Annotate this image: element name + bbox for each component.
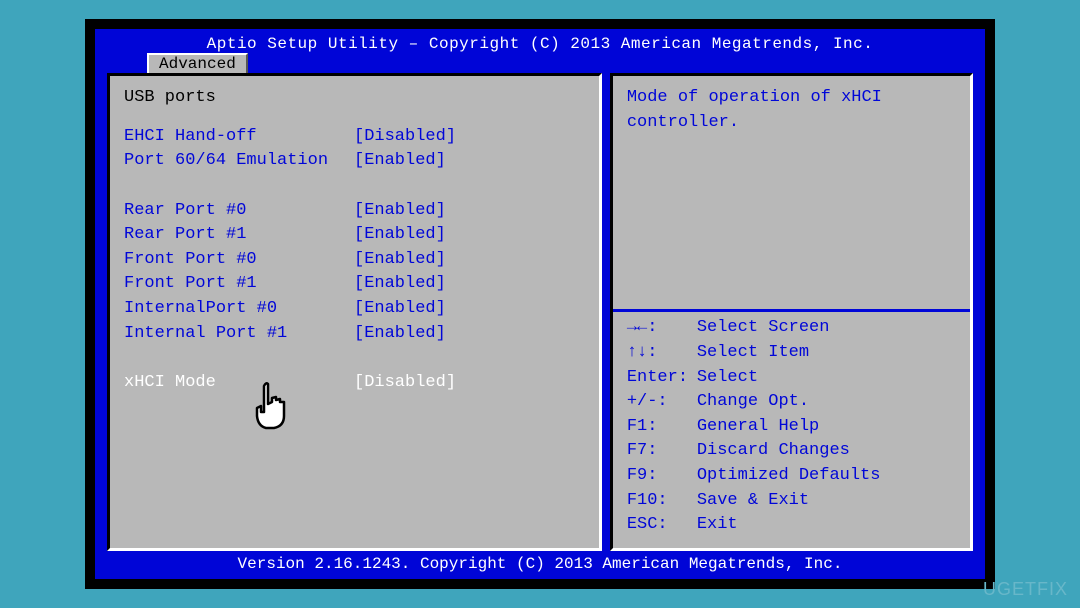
key-symbol: Enter: <box>627 366 697 391</box>
key-legend: →←:Select Screen↑↓:Select ItemEnter:Sele… <box>627 316 956 538</box>
key-desc: Save & Exit <box>697 489 809 514</box>
option-row[interactable]: Rear Port #1[Enabled] <box>124 223 585 248</box>
option-row[interactable]: Front Port #1[Enabled] <box>124 272 585 297</box>
key-row: F1:General Help <box>627 415 956 440</box>
blank-row <box>124 174 585 199</box>
key-desc: Select <box>697 366 758 391</box>
option-row[interactable]: xHCI Mode[Disabled] <box>124 371 585 396</box>
option-label: Front Port #1 <box>124 272 354 297</box>
blank-row <box>124 346 585 371</box>
key-symbol: ESC: <box>627 513 697 538</box>
bios-screen: Aptio Setup Utility – Copyright (C) 2013… <box>95 29 985 579</box>
help-panel: Mode of operation of xHCI controller. →←… <box>610 73 973 551</box>
options-panel: USB ports EHCI Hand-off[Disabled]Port 60… <box>107 73 602 551</box>
option-value: [Enabled] <box>354 272 585 297</box>
key-symbol: →←: <box>627 316 697 341</box>
key-desc: Discard Changes <box>697 439 850 464</box>
watermark: UGETFIX <box>983 579 1068 600</box>
key-row: ↑↓:Select Item <box>627 341 956 366</box>
screenshot-frame: Aptio Setup Utility – Copyright (C) 2013… <box>85 19 995 589</box>
option-value: [Disabled] <box>354 125 585 150</box>
key-desc: Select Screen <box>697 316 830 341</box>
option-label: Rear Port #1 <box>124 223 354 248</box>
option-value: [Enabled] <box>354 297 585 322</box>
key-row: F7:Discard Changes <box>627 439 956 464</box>
key-desc: Exit <box>697 513 738 538</box>
option-label: InternalPort #0 <box>124 297 354 322</box>
key-row: F10:Save & Exit <box>627 489 956 514</box>
option-label: Port 60/64 Emulation <box>124 149 354 174</box>
bios-header: Aptio Setup Utility – Copyright (C) 2013… <box>95 29 985 53</box>
option-value: [Enabled] <box>354 322 585 347</box>
main-area: USB ports EHCI Hand-off[Disabled]Port 60… <box>107 73 973 551</box>
panel-divider <box>613 309 970 312</box>
option-label: EHCI Hand-off <box>124 125 354 150</box>
option-value: [Disabled] <box>354 371 585 396</box>
tab-advanced[interactable]: Advanced <box>147 53 248 73</box>
section-title: USB ports <box>124 86 585 111</box>
option-row[interactable]: EHCI Hand-off[Disabled] <box>124 125 585 150</box>
key-symbol: +/-: <box>627 390 697 415</box>
option-label: Front Port #0 <box>124 248 354 273</box>
key-desc: Select Item <box>697 341 809 366</box>
option-value: [Enabled] <box>354 223 585 248</box>
key-row: +/-:Change Opt. <box>627 390 956 415</box>
option-value: [Enabled] <box>354 248 585 273</box>
option-row[interactable]: Internal Port #1[Enabled] <box>124 322 585 347</box>
bios-footer: Version 2.16.1243. Copyright (C) 2013 Am… <box>95 551 985 579</box>
option-label: xHCI Mode <box>124 371 354 396</box>
option-value: [Enabled] <box>354 149 585 174</box>
option-label: Rear Port #0 <box>124 199 354 224</box>
key-row: F9:Optimized Defaults <box>627 464 956 489</box>
key-row: Enter:Select <box>627 366 956 391</box>
key-row: ESC:Exit <box>627 513 956 538</box>
option-label: Internal Port #1 <box>124 322 354 347</box>
key-symbol: F9: <box>627 464 697 489</box>
option-row[interactable]: Port 60/64 Emulation[Enabled] <box>124 149 585 174</box>
tab-bar: Advanced <box>95 53 985 73</box>
key-row: →←:Select Screen <box>627 316 956 341</box>
option-value: [Enabled] <box>354 199 585 224</box>
key-symbol: F10: <box>627 489 697 514</box>
key-desc: Optimized Defaults <box>697 464 881 489</box>
option-row[interactable]: InternalPort #0[Enabled] <box>124 297 585 322</box>
options-list: EHCI Hand-off[Disabled]Port 60/64 Emulat… <box>124 125 585 396</box>
help-text: Mode of operation of xHCI controller. <box>627 86 956 305</box>
key-symbol: F7: <box>627 439 697 464</box>
key-symbol: ↑↓: <box>627 341 697 366</box>
option-row[interactable]: Rear Port #0[Enabled] <box>124 199 585 224</box>
key-desc: Change Opt. <box>697 390 809 415</box>
key-symbol: F1: <box>627 415 697 440</box>
key-desc: General Help <box>697 415 819 440</box>
option-row[interactable]: Front Port #0[Enabled] <box>124 248 585 273</box>
